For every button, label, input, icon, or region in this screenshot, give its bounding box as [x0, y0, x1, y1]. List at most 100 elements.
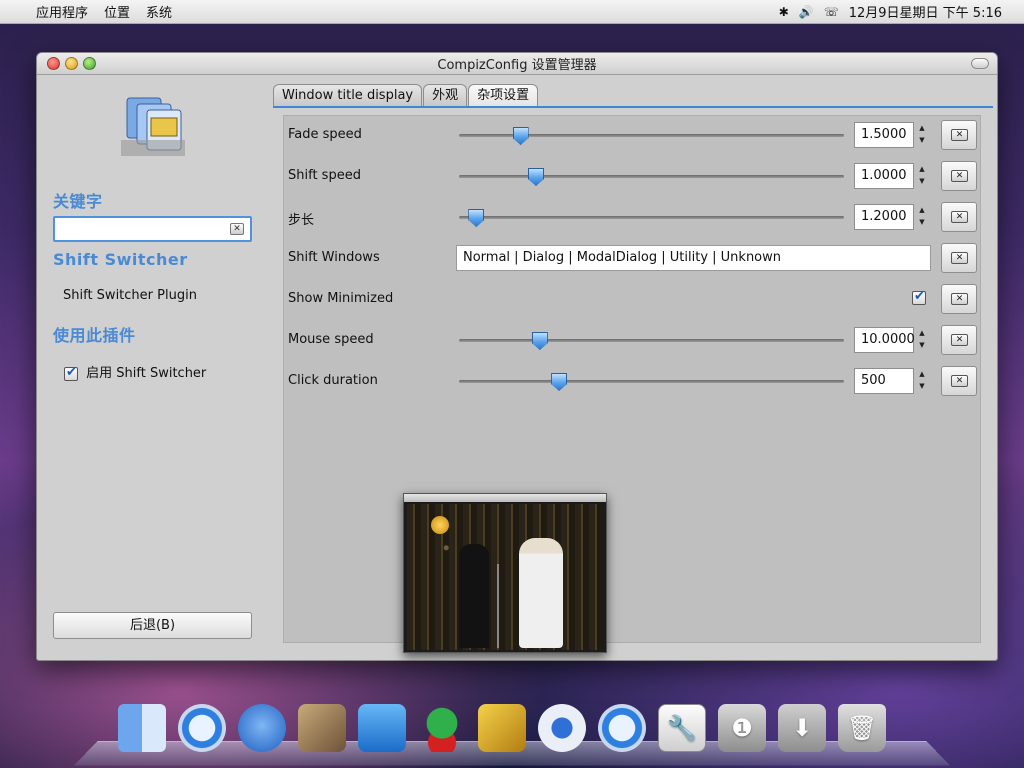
toolbar-toggle-icon[interactable] — [971, 58, 989, 69]
enable-plugin-row[interactable]: 启用 Shift Switcher — [64, 362, 206, 381]
menu-places[interactable]: 位置 — [104, 2, 130, 21]
reset-button[interactable]: ✕ — [941, 366, 977, 396]
clock[interactable]: 12月9日星期日 下午 5:16 — [849, 2, 1002, 21]
menu-applications[interactable]: 应用程序 — [36, 2, 88, 21]
mouse-speed-value[interactable]: 10.0000 — [854, 327, 915, 353]
clear-filter-icon[interactable]: ✕ — [230, 223, 244, 235]
slider-thumb[interactable] — [512, 127, 529, 145]
setting-row-fade-speed: Fade speed 1.5000 ▲ ▼ ✕ — [284, 119, 982, 151]
menubar-tray: ✱ 🔊 ☏ 12月9日星期日 下午 5:16 — [779, 2, 1024, 22]
spaces-glyph: ❶ — [731, 714, 753, 742]
spin-arrows-icon[interactable]: ▲ ▼ — [917, 204, 927, 230]
preview-app-icon[interactable] — [298, 704, 346, 752]
top-menubar: 应用程序 位置 系统 ✱ 🔊 ☏ 12月9日星期日 下午 5:16 — [0, 0, 1024, 24]
minimize-window-icon[interactable] — [65, 57, 78, 70]
spin-arrows-icon[interactable]: ▲ ▼ — [917, 122, 927, 148]
setting-row-click-duration: Click duration 500 ▲ ▼ ✕ — [284, 365, 982, 397]
facetime-icon[interactable] — [238, 704, 286, 752]
volume-icon[interactable]: 🔊 — [799, 5, 814, 19]
tab-divider — [273, 106, 993, 108]
spin-arrows-icon[interactable]: ▲ ▼ — [917, 368, 927, 394]
step-slider[interactable] — [459, 209, 844, 227]
shift-speed-value[interactable]: 1.0000 — [854, 163, 914, 189]
use-plugin-heading: 使用此插件 — [53, 326, 136, 345]
preview-video-frame — [407, 504, 603, 650]
reset-icon: ✕ — [951, 129, 968, 141]
reset-button[interactable]: ✕ — [941, 161, 977, 191]
window-controls — [47, 57, 96, 70]
tab-bar: Window title display 外观 杂项设置 — [273, 84, 539, 106]
setting-label: Shift speed — [288, 168, 361, 183]
menu-system[interactable]: 系统 — [146, 2, 172, 21]
downloads-icon[interactable]: ⬇ — [778, 704, 826, 752]
setting-label: 步长 — [288, 213, 315, 228]
back-button[interactable]: 后退(B) — [53, 612, 252, 639]
reset-icon: ✕ — [951, 170, 968, 182]
video-editor-icon[interactable] — [478, 704, 526, 752]
zoom-window-icon[interactable] — [83, 57, 96, 70]
tab-appearance[interactable]: 外观 — [423, 84, 468, 106]
spaces-icon[interactable]: ❶ — [718, 704, 766, 752]
enable-plugin-checkbox[interactable] — [64, 365, 78, 381]
safari-alt-icon[interactable] — [598, 704, 646, 752]
window-preview-thumbnail[interactable] — [403, 493, 607, 653]
plugin-icon — [121, 97, 185, 156]
mouse-speed-slider[interactable] — [459, 332, 844, 350]
network-icon[interactable]: ☏ — [824, 5, 839, 19]
settings-manager-glyph: 🔧 — [667, 714, 697, 742]
reset-icon: ✕ — [951, 252, 968, 264]
setting-row-step: 步长 1.2000 ▲ ▼ ✕ — [284, 201, 982, 233]
tab-misc-settings[interactable]: 杂项设置 — [468, 84, 539, 106]
slider-thumb[interactable] — [551, 373, 568, 391]
finder-icon[interactable] — [118, 704, 166, 752]
close-window-icon[interactable] — [47, 57, 60, 70]
preview-figure-left — [459, 544, 489, 648]
click-duration-value[interactable]: 500 — [854, 368, 914, 394]
left-pane: 关键字 ✕ Shift Switcher Shift Switcher Plug… — [37, 76, 267, 660]
filter-input[interactable]: ✕ — [53, 216, 252, 242]
reset-icon: ✕ — [951, 211, 968, 223]
reset-button[interactable]: ✕ — [941, 202, 977, 232]
enable-plugin-label[interactable]: 启用 Shift Switcher — [86, 366, 206, 381]
slider-thumb[interactable] — [531, 332, 548, 350]
trash-icon[interactable]: 🗑 — [838, 704, 886, 752]
shift-windows-match-field[interactable]: Normal | Dialog | ModalDialog | Utility … — [456, 245, 931, 271]
downloads-glyph: ⬇ — [791, 714, 813, 742]
setting-label: Click duration — [288, 373, 378, 388]
plugin-description: Shift Switcher Plugin — [63, 288, 197, 303]
step-value[interactable]: 1.2000 — [854, 204, 914, 230]
fade-speed-value[interactable]: 1.5000 — [854, 122, 914, 148]
bluetooth-icon[interactable]: ✱ — [779, 5, 789, 19]
plugin-title: Shift Switcher — [53, 250, 188, 269]
settings-manager-icon[interactable]: 🔧 — [658, 704, 706, 752]
reset-button[interactable]: ✕ — [941, 325, 977, 355]
safari-icon[interactable] — [178, 704, 226, 752]
reset-button[interactable]: ✕ — [941, 284, 977, 314]
spin-arrows-icon[interactable]: ▲ ▼ — [917, 327, 927, 353]
preview-figure-right — [519, 538, 563, 648]
slider-thumb[interactable] — [528, 168, 544, 186]
show-minimized-checkbox[interactable] — [912, 289, 926, 305]
preview-titlebar — [404, 494, 606, 502]
setting-label: Shift Windows — [288, 250, 380, 265]
setting-label: Fade speed — [288, 127, 362, 142]
reset-icon: ✕ — [951, 375, 968, 387]
spin-arrows-icon[interactable]: ▲ ▼ — [917, 163, 927, 189]
slider-thumb[interactable] — [468, 209, 485, 227]
reset-button[interactable]: ✕ — [941, 120, 977, 150]
dashboard-icon[interactable] — [358, 704, 406, 752]
tab-window-title-display[interactable]: Window title display — [273, 84, 423, 106]
setting-row-show-minimized: Show Minimized ✕ — [284, 283, 982, 315]
fade-speed-slider[interactable] — [459, 127, 844, 145]
click-duration-slider[interactable] — [459, 373, 844, 391]
itunes-icon[interactable] — [538, 704, 586, 752]
setting-row-shift-speed: Shift speed 1.0000 ▲ ▼ ✕ — [284, 160, 982, 192]
keyword-heading: 关键字 — [53, 192, 103, 211]
window-titlebar[interactable]: CompizConfig 设置管理器 — [37, 53, 997, 75]
reset-button[interactable]: ✕ — [941, 243, 977, 273]
qq-icon[interactable] — [418, 704, 466, 752]
settings-panel: Fade speed 1.5000 ▲ ▼ ✕ Shift speed 1.000… — [283, 115, 981, 643]
shift-speed-slider[interactable] — [459, 168, 844, 186]
setting-label: Show Minimized — [288, 291, 394, 306]
reset-icon: ✕ — [951, 334, 968, 346]
